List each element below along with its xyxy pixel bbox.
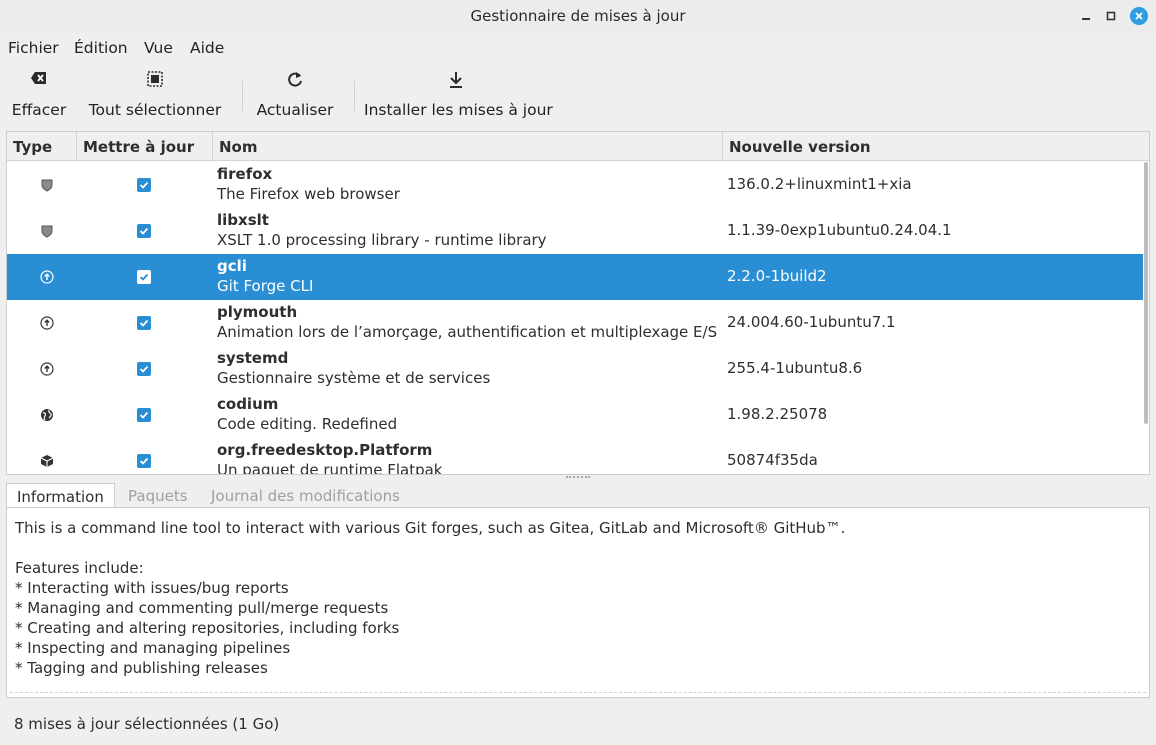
menu-help[interactable]: Aide (190, 39, 224, 57)
package-description: Git Forge CLI (217, 277, 314, 295)
package-description: The Firefox web browser (217, 185, 400, 203)
package-version: 1.1.39-0exp1ubuntu0.24.04.1 (727, 221, 952, 239)
package-box-icon (40, 454, 54, 468)
column-type[interactable]: Type (7, 132, 77, 161)
select-all-label: Tout sélectionner (88, 101, 222, 119)
maximize-icon[interactable] (1103, 8, 1119, 24)
package-description: Un paquet de runtime Flatpak (217, 461, 443, 475)
update-checkbox[interactable] (137, 316, 151, 330)
column-name[interactable]: Nom (213, 132, 723, 161)
update-checkbox[interactable] (137, 224, 151, 238)
window-title: Gestionnaire de mises à jour (470, 7, 686, 25)
security-shield-icon (40, 178, 54, 192)
download-icon (364, 71, 548, 91)
package-name: gcli (217, 257, 247, 275)
update-row-firefox[interactable]: firefox The Firefox web browser 136.0.2+… (7, 162, 1143, 208)
info-divider (10, 692, 1146, 693)
package-version: 2.2.0-1build2 (727, 267, 827, 285)
update-checkbox[interactable] (137, 362, 151, 376)
update-checkbox[interactable] (137, 178, 151, 192)
update-row-gcli[interactable]: gcli Git Forge CLI 2.2.0-1build2 (7, 254, 1143, 300)
minimize-icon[interactable] (1078, 8, 1094, 24)
menu-bar: Fichier Édition Vue Aide (0, 33, 1156, 63)
info-intro: This is a command line tool to interact … (15, 519, 846, 537)
update-row-systemd[interactable]: systemd Gestionnaire système et de servi… (7, 346, 1143, 392)
upgrade-arrow-icon (40, 270, 54, 284)
toolbar: Effacer Tout sélectionner Actualiser Ins… (0, 63, 1156, 125)
package-name: libxslt (217, 211, 269, 229)
tab-information[interactable]: Information (6, 483, 115, 508)
info-feature: * Creating and altering repositories, in… (15, 619, 400, 637)
pane-resize-handle[interactable] (566, 476, 590, 480)
package-version: 136.0.2+linuxmint1+xia (727, 175, 912, 193)
upgrade-arrow-icon (40, 362, 54, 376)
update-row-codium[interactable]: codium Code editing. Redefined 1.98.2.25… (7, 392, 1143, 438)
update-checkbox[interactable] (137, 270, 151, 284)
update-checkbox[interactable] (137, 408, 151, 422)
close-icon[interactable] (1130, 7, 1148, 25)
select-all-icon (84, 71, 226, 91)
tab-changelog[interactable]: Journal des modifications (201, 483, 410, 508)
refresh-label: Actualiser (256, 101, 334, 119)
package-name: systemd (217, 349, 289, 367)
package-version: 50874f35da (727, 451, 818, 469)
upgrade-arrow-icon (40, 316, 54, 330)
security-shield-icon (40, 224, 54, 238)
info-feature: * Tagging and publishing releases (15, 659, 268, 677)
clear-label: Effacer (11, 101, 67, 119)
information-panel: This is a command line tool to interact … (6, 507, 1150, 698)
menu-view[interactable]: Vue (144, 39, 173, 57)
toolbar-separator (242, 81, 243, 111)
column-update[interactable]: Mettre à jour (77, 132, 213, 161)
package-name: firefox (217, 165, 273, 183)
info-feature: * Managing and commenting pull/merge req… (15, 599, 389, 617)
list-scrollbar[interactable] (1144, 162, 1148, 424)
clear-icon (6, 71, 72, 91)
package-name: codium (217, 395, 279, 413)
package-name: org.freedesktop.Platform (217, 441, 433, 459)
updates-list: Type Mettre à jour Nom Nouvelle version … (6, 131, 1150, 475)
refresh-icon (252, 71, 338, 91)
details-tabs: Information Paquets Journal des modifica… (6, 483, 1150, 508)
update-row-org-freedesktop-platform[interactable]: org.freedesktop.Platform Un paquet de ru… (7, 438, 1143, 475)
package-description: XSLT 1.0 processing library - runtime li… (217, 231, 547, 249)
column-new-version[interactable]: Nouvelle version (723, 132, 1149, 161)
package-description: Animation lors de l’amorçage, authentifi… (217, 323, 718, 341)
menu-edit[interactable]: Édition (74, 39, 128, 57)
package-name: plymouth (217, 303, 298, 321)
info-feature: * Inspecting and managing pipelines (15, 639, 291, 657)
list-header: Type Mettre à jour Nom Nouvelle version (7, 132, 1149, 161)
update-row-plymouth[interactable]: plymouth Animation lors de l’amorçage, a… (7, 300, 1143, 346)
info-features-heading: Features include: (15, 559, 144, 577)
menu-file[interactable]: Fichier (8, 39, 59, 57)
install-updates-label: Installer les mises à jour (364, 101, 553, 119)
tab-packages[interactable]: Paquets (118, 483, 198, 508)
toolbar-separator (354, 81, 355, 111)
info-feature: * Interacting with issues/bug reports (15, 579, 289, 597)
globe-icon (40, 408, 54, 422)
package-version: 24.004.60-1ubuntu7.1 (727, 313, 896, 331)
title-bar: Gestionnaire de mises à jour (0, 0, 1156, 33)
package-description: Code editing. Redefined (217, 415, 398, 433)
status-bar-text: 8 mises à jour sélectionnées (1 Go) (14, 715, 280, 733)
package-version: 1.98.2.25078 (727, 405, 828, 423)
update-checkbox[interactable] (137, 454, 151, 468)
package-description: Gestionnaire système et de services (217, 369, 491, 387)
package-version: 255.4-1ubuntu8.6 (727, 359, 863, 377)
update-row-libxslt[interactable]: libxslt XSLT 1.0 processing library - ru… (7, 208, 1143, 254)
